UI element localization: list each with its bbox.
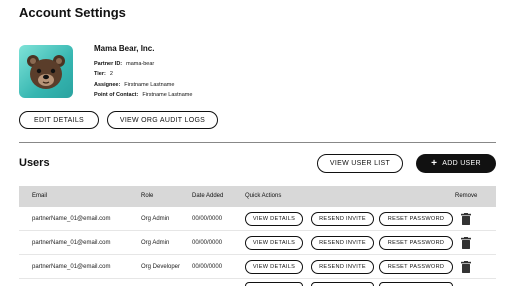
user-role: Org Developer — [141, 264, 181, 270]
view-details-button[interactable] — [245, 282, 303, 286]
table-row — [19, 280, 496, 286]
user-date-added: 00/00/0000 — [192, 240, 223, 246]
org-name: Mama Bear, Inc. — [94, 44, 155, 53]
partner-id-label: Partner ID: — [94, 61, 123, 67]
column-remove: Remove — [455, 193, 478, 199]
user-role: Org Admin — [141, 240, 170, 246]
user-date-added: 00/00/0000 — [192, 264, 223, 270]
bear-face-icon — [27, 55, 65, 89]
resend-invite-button[interactable]: RESEND INVITE — [311, 212, 374, 226]
assignee-row: Assignee: Firstname Lastname — [94, 82, 174, 88]
page-title: Account Settings — [19, 5, 126, 20]
point-of-contact-value: Firstname Lastname — [142, 92, 193, 98]
assignee-label: Assignee: — [94, 82, 121, 88]
partner-id-row: Partner ID: mama-bear — [94, 61, 154, 67]
table-row: partnerName_01@email.com Org Admin 00/00… — [19, 232, 496, 255]
user-email: partnerName_01@email.com — [32, 240, 111, 246]
view-details-button[interactable]: VIEW DETAILS — [245, 236, 303, 250]
view-org-audit-logs-button[interactable]: VIEW ORG AUDIT LOGS — [107, 111, 218, 129]
view-details-button[interactable]: VIEW DETAILS — [245, 260, 303, 274]
resend-invite-button[interactable]: RESEND INVITE — [311, 236, 374, 250]
tier-row: Tier: 2 — [94, 71, 113, 77]
tier-value: 2 — [109, 71, 113, 77]
reset-password-button[interactable] — [379, 282, 453, 286]
reset-password-button[interactable]: RESET PASSWORD — [379, 260, 453, 274]
add-user-button[interactable]: + ADD USER — [416, 154, 496, 173]
resend-invite-button[interactable]: RESEND INVITE — [311, 260, 374, 274]
view-user-list-button[interactable]: VIEW USER LIST — [317, 154, 403, 173]
user-role: Org Admin — [141, 216, 170, 222]
trash-icon[interactable] — [461, 261, 471, 273]
column-email: Email — [32, 193, 48, 199]
point-of-contact-label: Point of Contact: — [94, 92, 139, 98]
plus-icon: + — [431, 157, 438, 169]
user-email: partnerName_01@email.com — [32, 264, 111, 270]
table-row: partnerName_01@email.com Org Developer 0… — [19, 256, 496, 279]
point-of-contact-row: Point of Contact: Firstname Lastname — [94, 92, 192, 98]
users-table-header: Email Role Date Added Quick Actions Remo… — [19, 186, 496, 207]
reset-password-button[interactable]: RESET PASSWORD — [379, 236, 453, 250]
column-role: Role — [141, 193, 154, 199]
users-section-title: Users — [19, 157, 50, 169]
reset-password-button[interactable]: RESET PASSWORD — [379, 212, 453, 226]
tier-label: Tier: — [94, 71, 106, 77]
partner-id-value: mama-bear — [126, 61, 155, 67]
column-date-added: Date Added — [192, 193, 224, 199]
trash-icon[interactable] — [461, 213, 471, 225]
edit-details-button[interactable]: EDIT DETAILS — [19, 111, 99, 129]
add-user-label: ADD USER — [442, 160, 481, 167]
view-details-button[interactable]: VIEW DETAILS — [245, 212, 303, 226]
assignee-value: Firstname Lastname — [124, 82, 175, 88]
trash-icon[interactable] — [461, 237, 471, 249]
resend-invite-button[interactable] — [311, 282, 374, 286]
avatar — [19, 45, 73, 98]
column-quick-actions: Quick Actions — [245, 193, 282, 199]
section-divider — [19, 142, 496, 143]
user-date-added: 00/00/0000 — [192, 216, 223, 222]
table-row: partnerName_01@email.com Org Admin 00/00… — [19, 208, 496, 231]
user-email: partnerName_01@email.com — [32, 216, 111, 222]
